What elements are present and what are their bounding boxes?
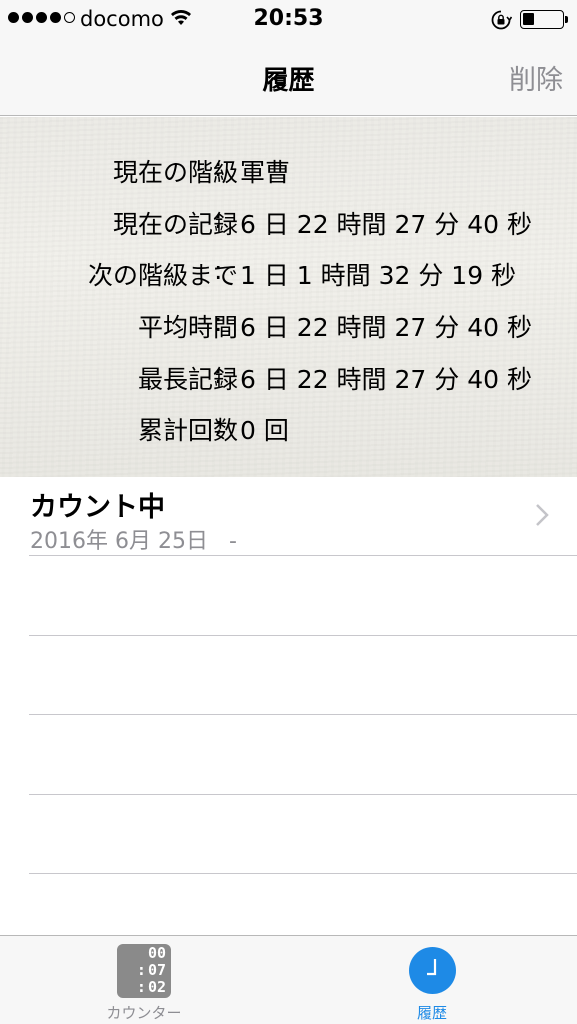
stat-colon: : [214, 360, 223, 389]
list-item-start-date: 2016年 6月 25日 [30, 529, 208, 554]
stat-value: 6 日 22 時間 27 分 40 秒 [240, 210, 532, 239]
history-list: カウント中 2016年 6月 25日 - [0, 477, 577, 874]
stat-colon: : [214, 308, 223, 337]
stat-row-longest-record: 最長記録 : 6 日 22 時間 27 分 40 秒 [0, 360, 577, 400]
list-item[interactable]: カウント中 2016年 6月 25日 - [29, 477, 577, 556]
stat-colon: : [214, 411, 223, 440]
stat-row-total-count: 累計回数 : 0 回 [0, 411, 577, 451]
tab-label: カウンター [106, 1004, 182, 1022]
stat-row-next-rank: 次の階級まで : 1 日 1 時間 32 分 19 秒 [0, 256, 577, 296]
stat-value: 軍曹 [240, 158, 291, 187]
counter-icon: 00 :07 :02 [117, 944, 171, 998]
stat-label: 平均時間 [137, 313, 238, 342]
empty-list-row [29, 556, 577, 636]
delete-button[interactable]: 削除 [509, 58, 563, 97]
stat-value: 1 日 1 時間 32 分 19 秒 [240, 261, 517, 290]
list-item-date-range: 2016年 6月 25日 - [30, 523, 237, 555]
list-item-title: カウント中 [30, 492, 165, 523]
stat-colon: : [214, 205, 223, 234]
rotation-lock-icon [490, 9, 513, 35]
status-bar: docomo 20:53 [0, 0, 577, 40]
stat-row-current-record: 現在の記録 : 6 日 22 時間 27 分 40 秒 [0, 205, 577, 245]
tab-bar: 00 :07 :02 カウンター 履歴 [0, 935, 577, 1024]
stat-colon: : [214, 256, 223, 285]
tab-label: 履歴 [416, 1004, 447, 1022]
stat-value: 6 日 22 時間 27 分 40 秒 [240, 365, 532, 394]
stat-value: 0 回 [240, 416, 289, 445]
tab-counter[interactable]: 00 :07 :02 カウンター [0, 936, 288, 1024]
list-item-end-date: - [228, 529, 237, 554]
empty-list-row [29, 636, 577, 715]
page-title: 履歴 [262, 66, 315, 96]
empty-list-row [29, 715, 577, 795]
empty-list-row [29, 795, 577, 874]
clock-icon [409, 947, 456, 994]
stat-colon: : [214, 153, 223, 182]
stat-label: 最長記録 [137, 365, 238, 394]
tab-history[interactable]: 履歴 [288, 936, 576, 1024]
stat-value: 6 日 22 時間 27 分 40 秒 [240, 313, 532, 342]
stats-panel: 現在の階級 : 軍曹 現在の記録 : 6 日 22 時間 27 分 40 秒 次… [0, 117, 577, 477]
stat-row-current-rank: 現在の階級 : 軍曹 [0, 153, 577, 193]
stat-row-average-time: 平均時間 : 6 日 22 時間 27 分 40 秒 [0, 308, 577, 348]
stat-label: 累計回数 [137, 416, 238, 445]
navigation-bar: 履歴 削除 [0, 40, 577, 116]
chevron-right-icon [535, 503, 549, 531]
battery-icon [520, 10, 568, 29]
